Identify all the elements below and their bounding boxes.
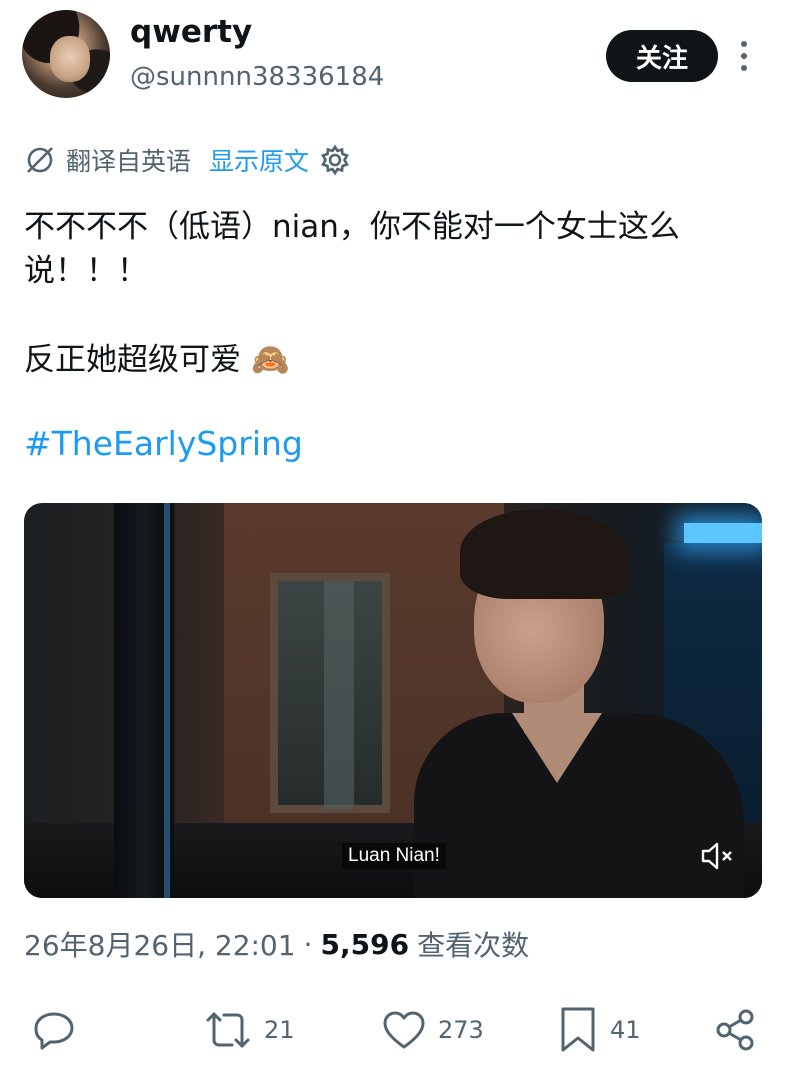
share-icon: [716, 1009, 754, 1051]
retweet-icon: [206, 1012, 250, 1048]
retweet-button[interactable]: 21: [202, 1000, 295, 1060]
timestamp[interactable]: 26年8月26日, 22:01: [24, 924, 296, 964]
more-vertical-icon[interactable]: [734, 38, 754, 74]
share-button[interactable]: [712, 1000, 760, 1060]
retweet-count: 21: [264, 1016, 295, 1044]
views-count: 5,596: [320, 927, 410, 961]
gear-icon[interactable]: [319, 144, 351, 176]
tweet-text: 不不不不（低语）nian，你不能对一个女士这么说！！！: [24, 209, 680, 289]
heart-icon: [383, 1011, 425, 1049]
video-player[interactable]: Luan Nian!: [24, 503, 762, 898]
action-bar: 21 273 41: [0, 1000, 788, 1060]
video-scene-neon-light: [684, 523, 762, 543]
like-count: 273: [438, 1016, 484, 1044]
follow-button[interactable]: 关注: [606, 30, 718, 82]
tweet-text-line2: 反正她超级可爱 🙈: [24, 338, 290, 382]
avatar[interactable]: [22, 10, 110, 98]
avatar-face: [50, 36, 90, 82]
translation-row: 翻译自英语 显示原文: [24, 140, 351, 180]
reply-button[interactable]: [30, 1000, 88, 1060]
show-original-link[interactable]: 显示原文: [209, 142, 309, 178]
volume-muted-icon[interactable]: [700, 841, 736, 871]
reply-icon: [34, 1012, 74, 1050]
translate-icon: [27, 147, 53, 173]
translation-note: 翻译自英语: [66, 147, 192, 176]
hashtag-link[interactable]: #TheEarlySpring: [24, 424, 303, 463]
author-name[interactable]: qwerty: [130, 14, 252, 50]
like-button[interactable]: 273: [380, 1000, 484, 1060]
video-scene-window-glass: [324, 581, 354, 809]
bookmark-button[interactable]: 41: [556, 1000, 641, 1060]
video-subtitle: Luan Nian!: [342, 843, 446, 869]
video-scene-pole-light: [164, 503, 170, 898]
bookmark-count: 41: [610, 1016, 641, 1044]
meta-separator: ·: [303, 927, 313, 961]
views-label: 查看次数: [417, 929, 530, 962]
tweet-text-second: 反正她超级可爱: [24, 342, 241, 378]
tweet-meta: 26年8月26日, 22:01 · 5,596 查看次数: [24, 924, 529, 964]
author-handle[interactable]: @sunnnn38336184: [130, 62, 384, 92]
see-no-evil-monkey-emoji-icon: 🙈: [251, 342, 290, 378]
video-person-hair: [460, 509, 628, 599]
bookmark-icon: [561, 1007, 595, 1052]
